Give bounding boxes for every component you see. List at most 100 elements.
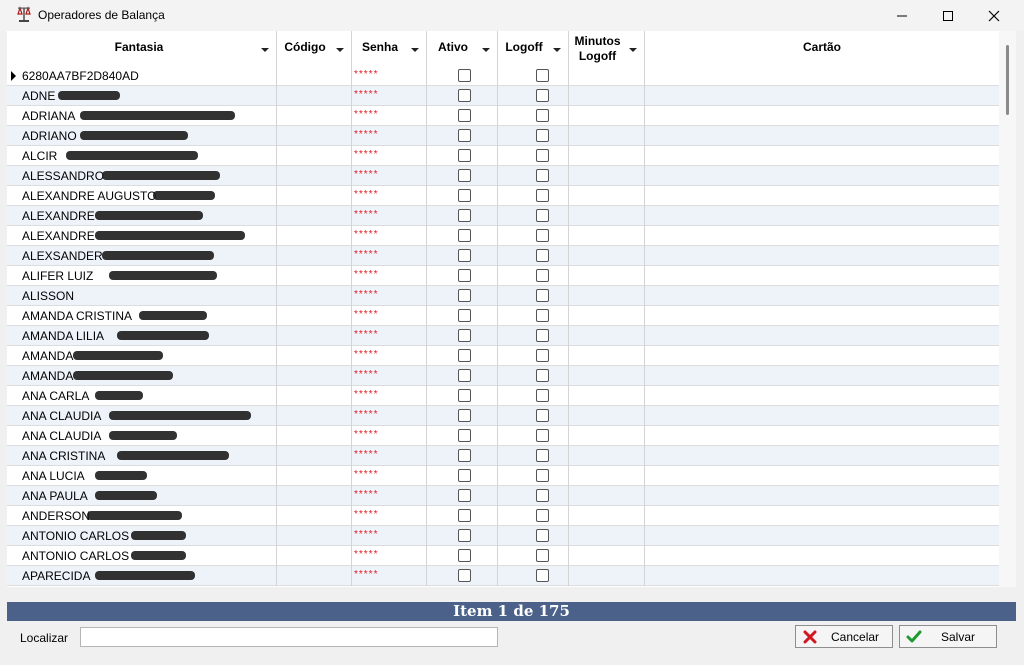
table-row[interactable]: ADRIANA ***** (7, 106, 999, 126)
cell-senha[interactable]: ***** (352, 286, 427, 306)
cell-ativo[interactable] (427, 546, 498, 566)
table-row[interactable]: ALEXANDRE ***** (7, 226, 999, 246)
cell-senha[interactable]: ***** (352, 146, 427, 166)
cell-codigo[interactable] (277, 146, 352, 166)
ativo-checkbox[interactable] (458, 269, 471, 282)
cell-ativo[interactable] (427, 426, 498, 446)
table-row[interactable]: ANA CRISTINA ***** (7, 446, 999, 466)
maximize-button[interactable] (925, 0, 971, 31)
cell-senha[interactable]: ***** (352, 546, 427, 566)
table-row[interactable]: AMANDA CRISTINA ***** (7, 306, 999, 326)
cell-codigo[interactable] (277, 66, 352, 86)
close-button[interactable] (971, 0, 1017, 31)
logoff-checkbox[interactable] (536, 509, 549, 522)
cell-codigo[interactable] (277, 326, 352, 346)
cell-codigo[interactable] (277, 306, 352, 326)
ativo-checkbox[interactable] (458, 529, 471, 542)
cell-ativo[interactable] (427, 226, 498, 246)
logoff-checkbox[interactable] (536, 429, 549, 442)
cell-codigo[interactable] (277, 226, 352, 246)
cell-logoff[interactable] (498, 446, 569, 466)
cell-codigo[interactable] (277, 566, 352, 586)
cell-logoff[interactable] (498, 486, 569, 506)
cell-fantasia[interactable]: ADRIANO (20, 126, 277, 146)
cell-logoff[interactable] (498, 186, 569, 206)
ativo-checkbox[interactable] (458, 449, 471, 462)
cell-cartao[interactable] (645, 86, 999, 106)
logoff-checkbox[interactable] (536, 569, 549, 582)
ativo-checkbox[interactable] (458, 69, 471, 82)
cell-minutos-logoff[interactable] (569, 246, 645, 266)
chevron-down-icon[interactable] (553, 48, 561, 52)
cell-senha[interactable]: ***** (352, 266, 427, 286)
cell-minutos-logoff[interactable] (569, 206, 645, 226)
cell-codigo[interactable] (277, 106, 352, 126)
cell-minutos-logoff[interactable] (569, 466, 645, 486)
cell-fantasia[interactable]: ANA PAULA (20, 486, 277, 506)
cell-logoff[interactable] (498, 106, 569, 126)
table-row[interactable]: ANTONIO CARLOS ***** (7, 546, 999, 566)
cell-cartao[interactable] (645, 326, 999, 346)
table-row[interactable]: ANA CLAUDIA ***** (7, 426, 999, 446)
cell-minutos-logoff[interactable] (569, 546, 645, 566)
ativo-checkbox[interactable] (458, 409, 471, 422)
cell-codigo[interactable] (277, 86, 352, 106)
cell-senha[interactable]: ***** (352, 566, 427, 586)
ativo-checkbox[interactable] (458, 489, 471, 502)
logoff-checkbox[interactable] (536, 489, 549, 502)
cell-senha[interactable]: ***** (352, 206, 427, 226)
cell-logoff[interactable] (498, 386, 569, 406)
cell-fantasia[interactable]: ADRIANA (20, 106, 277, 126)
cell-cartao[interactable] (645, 566, 999, 586)
cell-codigo[interactable] (277, 426, 352, 446)
cell-cartao[interactable] (645, 286, 999, 306)
chevron-down-icon[interactable] (411, 48, 419, 52)
table-row[interactable]: ANA CLAUDIA ***** (7, 406, 999, 426)
cell-senha[interactable]: ***** (352, 366, 427, 386)
table-row[interactable]: ALEXSANDER ***** (7, 246, 999, 266)
cell-senha[interactable]: ***** (352, 166, 427, 186)
cell-senha[interactable]: ***** (352, 346, 427, 366)
cell-ativo[interactable] (427, 246, 498, 266)
cell-fantasia[interactable]: ANA CLAUDIA (20, 426, 277, 446)
cell-minutos-logoff[interactable] (569, 66, 645, 86)
cell-senha[interactable]: ***** (352, 486, 427, 506)
cell-codigo[interactable] (277, 206, 352, 226)
cell-senha[interactable]: ***** (352, 466, 427, 486)
cell-minutos-logoff[interactable] (569, 186, 645, 206)
chevron-down-icon[interactable] (629, 48, 637, 52)
ativo-checkbox[interactable] (458, 109, 471, 122)
logoff-checkbox[interactable] (536, 109, 549, 122)
logoff-checkbox[interactable] (536, 409, 549, 422)
logoff-checkbox[interactable] (536, 89, 549, 102)
save-button[interactable]: Salvar (899, 625, 997, 648)
ativo-checkbox[interactable] (458, 229, 471, 242)
ativo-checkbox[interactable] (458, 429, 471, 442)
table-row[interactable]: AMANDA ***** (7, 366, 999, 386)
cell-ativo[interactable] (427, 106, 498, 126)
cell-codigo[interactable] (277, 466, 352, 486)
cell-cartao[interactable] (645, 366, 999, 386)
cell-codigo[interactable] (277, 486, 352, 506)
table-row[interactable]: ADRIANO ***** (7, 126, 999, 146)
cell-minutos-logoff[interactable] (569, 386, 645, 406)
cell-codigo[interactable] (277, 506, 352, 526)
cell-cartao[interactable] (645, 266, 999, 286)
logoff-checkbox[interactable] (536, 169, 549, 182)
scrollbar-thumb[interactable] (1006, 45, 1009, 115)
cell-senha[interactable]: ***** (352, 426, 427, 446)
cell-codigo[interactable] (277, 526, 352, 546)
cell-fantasia[interactable]: ANTONIO CARLOS (20, 546, 277, 566)
cell-fantasia[interactable]: APARECIDA (20, 566, 277, 586)
cell-ativo[interactable] (427, 166, 498, 186)
cell-logoff[interactable] (498, 506, 569, 526)
ativo-checkbox[interactable] (458, 209, 471, 222)
cell-cartao[interactable] (645, 526, 999, 546)
cell-cartao[interactable] (645, 126, 999, 146)
cell-senha[interactable]: ***** (352, 306, 427, 326)
cell-ativo[interactable] (427, 286, 498, 306)
cell-fantasia[interactable]: ALIFER LUIZ (20, 266, 277, 286)
table-row[interactable]: AMANDA ***** (7, 346, 999, 366)
ativo-checkbox[interactable] (458, 129, 471, 142)
table-row[interactable]: ADNE ***** (7, 86, 999, 106)
